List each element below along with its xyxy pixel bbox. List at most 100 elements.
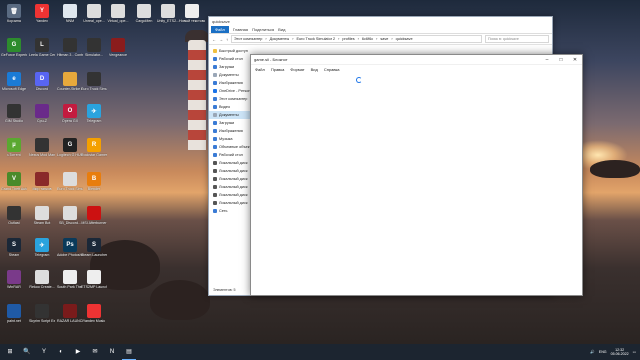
- breadcrumb-item[interactable]: Этот компьютер: [234, 37, 262, 41]
- desktop-icon[interactable]: Euro Truck Simulator 2: [57, 172, 83, 191]
- desktop-icon[interactable]: South Park The Stick...: [57, 270, 83, 289]
- breadcrumb[interactable]: Этот компьютер › Документы › Euro Truck Simu…: [231, 35, 482, 43]
- nav-item[interactable]: Локальный диск: [209, 159, 253, 167]
- breadcrumb-item[interactable]: Документы: [270, 37, 290, 41]
- taskbar-button[interactable]: ✉: [88, 345, 102, 359]
- desktop-icon[interactable]: ✈ Telegram: [81, 104, 107, 123]
- desktop-icon[interactable]: D Discord: [29, 72, 55, 91]
- nav-item[interactable]: Загрузки: [209, 63, 253, 71]
- breadcrumb-item[interactable]: profiles: [342, 37, 354, 41]
- desktop-icon[interactable]: e Microsoft Edge: [1, 72, 27, 91]
- taskbar-button[interactable]: ▤: [122, 345, 136, 360]
- nav-item[interactable]: Рабочий стол: [209, 55, 253, 63]
- menu-item[interactable]: Файл: [255, 67, 265, 72]
- nav-item[interactable]: Локальный диск: [209, 199, 253, 207]
- volume-icon[interactable]: 🔊: [590, 350, 594, 354]
- desktop-icon[interactable]: 🗑 Корзина: [1, 4, 27, 23]
- desktop-icon[interactable]: Yandex Music: [81, 304, 107, 323]
- ribbon-tab[interactable]: Вид: [278, 27, 285, 32]
- breadcrumb-item[interactable]: Euro Truck Simulator 2: [297, 37, 336, 41]
- nav-item[interactable]: Музыка: [209, 135, 253, 143]
- desktop-icon[interactable]: ETS2MP Launcher: [81, 270, 107, 289]
- desktop-icon[interactable]: B Blender: [81, 172, 107, 191]
- desktop-icon[interactable]: GIM Studio: [1, 104, 27, 123]
- desktop-icon[interactable]: Rekoo Create...: [29, 270, 55, 289]
- desktop-icon[interactable]: RAZAR LAUNCHER: [57, 304, 83, 323]
- nav-item[interactable]: Локальный диск: [209, 183, 253, 191]
- desktop-icon[interactable]: O Opera GX: [57, 104, 83, 123]
- maximize-button[interactable]: □: [554, 57, 568, 63]
- nav-item[interactable]: Документы: [209, 111, 253, 119]
- taskbar-button[interactable]: ▶: [71, 345, 85, 359]
- nav-item[interactable]: Сеть: [209, 207, 253, 215]
- desktop-icon[interactable]: Nexus Mod Manager: [29, 138, 55, 157]
- desktop-icon[interactable]: Y Yandex: [29, 4, 55, 23]
- up-icon[interactable]: ↑: [226, 37, 228, 42]
- desktop-icon[interactable]: WinRAR: [1, 270, 27, 289]
- taskbar-button[interactable]: ⊞: [3, 345, 17, 359]
- nav-item[interactable]: OneDrive - Personal: [209, 87, 253, 95]
- desktop-icon[interactable]: Outlast: [1, 206, 27, 225]
- desktop-icon[interactable]: VGrand Theft Auto V: [1, 172, 27, 191]
- desktop-icon[interactable]: S Steam: [1, 238, 27, 257]
- notepad-titlebar[interactable]: game.sii - Блокнот – □ ✕: [251, 55, 582, 65]
- taskbar-button[interactable]: N: [105, 345, 119, 359]
- desktop-icon[interactable]: Counter-Strike Global Offe...: [57, 72, 83, 91]
- desktop-icon[interactable]: Unreal_ope...: [81, 4, 107, 23]
- nav-item[interactable]: Локальный диск: [209, 175, 253, 183]
- menu-item[interactable]: Вид: [311, 67, 318, 72]
- back-icon[interactable]: ←: [212, 37, 216, 42]
- desktop-icon[interactable]: Новый текстовый: [179, 4, 205, 23]
- desktop-icon[interactable]: paint.net: [1, 304, 27, 323]
- nav-item[interactable]: Рабочий стол: [209, 151, 253, 159]
- nav-item[interactable]: Локальный диск: [209, 191, 253, 199]
- desktop-icon[interactable]: SB_Discord...: [57, 206, 83, 225]
- close-button[interactable]: ✕: [568, 57, 582, 63]
- desktop-icon[interactable]: Cpu-Z: [29, 104, 55, 123]
- nav-item[interactable]: Изображения: [209, 79, 253, 87]
- explorer-titlebar[interactable]: quicksave: [209, 17, 552, 25]
- menu-item[interactable]: Правка: [271, 67, 285, 72]
- desktop-icon[interactable]: Euro Truck Simulator 2: [81, 72, 107, 91]
- ribbon-tab[interactable]: Главная: [233, 27, 248, 32]
- desktop-icon[interactable]: Virtual_ope...: [105, 4, 131, 23]
- forward-icon[interactable]: →: [219, 37, 223, 42]
- desktop-icon[interactable]: LLeela Game Center: [29, 38, 55, 57]
- desktop-icon[interactable]: NNM: [57, 4, 83, 23]
- desktop-icon[interactable]: Skyrim Script Extender (S...: [29, 304, 55, 323]
- taskbar-button[interactable]: ◐: [54, 345, 68, 359]
- search-input[interactable]: Поиск в: quicksave: [485, 35, 549, 43]
- menu-item[interactable]: Справка: [324, 67, 340, 72]
- ribbon-tab[interactable]: Файл: [211, 25, 229, 33]
- nav-item[interactable]: Загрузки: [209, 119, 253, 127]
- text-editor[interactable]: [251, 72, 582, 295]
- desktop-icon[interactable]: Ps Adobe Photoshop: [57, 238, 83, 257]
- desktop-icon[interactable]: Simulator...: [81, 38, 107, 57]
- desktop-icon[interactable]: Мир танков: [29, 172, 55, 191]
- breadcrumb-item[interactable]: 6c6f6c: [362, 37, 373, 41]
- menu-item[interactable]: Формат: [290, 67, 304, 72]
- minimize-button[interactable]: –: [540, 57, 554, 63]
- nav-item[interactable]: Локальный диск: [209, 167, 253, 175]
- clock[interactable]: 12:32 05.06.2022: [611, 348, 629, 356]
- breadcrumb-item[interactable]: quicksave: [396, 37, 413, 41]
- desktop-icon[interactable]: Vengeance: [105, 38, 131, 57]
- desktop-icon[interactable]: Steam Bot: [29, 206, 55, 225]
- nav-item[interactable]: Видео: [209, 103, 253, 111]
- nav-item[interactable]: Документы: [209, 71, 253, 79]
- nav-item[interactable]: Этот компьютер: [209, 95, 253, 103]
- nav-item[interactable]: Изображения: [209, 127, 253, 135]
- ribbon-tab[interactable]: Поделиться: [252, 27, 274, 32]
- taskbar-button[interactable]: 🔍: [20, 345, 34, 359]
- breadcrumb-item[interactable]: save: [380, 37, 388, 41]
- notifications-icon[interactable]: ▭: [633, 350, 636, 354]
- desktop-icon[interactable]: MSI Afterburner: [81, 206, 107, 225]
- desktop-icon[interactable]: G Logitech G HUB: [57, 138, 83, 157]
- desktop-icon[interactable]: R Rockstar Games: [81, 138, 107, 157]
- desktop-icon[interactable]: ✈ Telegram: [29, 238, 55, 257]
- taskbar-button[interactable]: Y: [37, 345, 51, 359]
- notepad-window[interactable]: game.sii - Блокнот – □ ✕ Файл Правка Форма…: [250, 54, 583, 296]
- desktop-icon[interactable]: Unity_ETS2...: [155, 4, 181, 23]
- nav-item[interactable]: Быстрый доступ: [209, 47, 253, 55]
- desktop-icon[interactable]: Hitman 3 - Contracts: [57, 38, 83, 57]
